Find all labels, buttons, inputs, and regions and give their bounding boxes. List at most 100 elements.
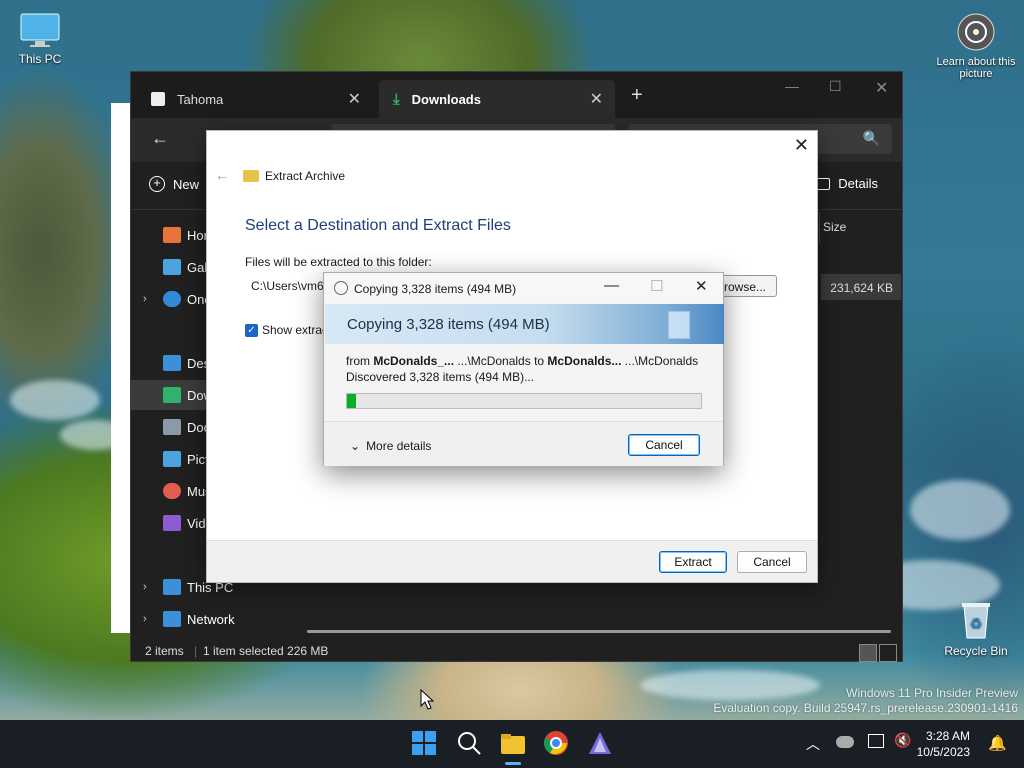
tab-label: Downloads (411, 91, 481, 107)
chevron-right-icon[interactable]: › (143, 613, 147, 625)
desktop-icon-label: This PC (18, 52, 62, 66)
new-tab-button[interactable]: + (631, 84, 643, 107)
watermark-line: Windows 11 Pro Insider Preview (846, 686, 1018, 700)
destination-path: ...\McDonalds (621, 354, 699, 368)
chrome-icon[interactable] (543, 730, 571, 758)
taskbar: ︿ 🔇 3:28 AM 10/5/2023 🔔 (0, 720, 1024, 768)
dialog-title: Extract Archive (243, 169, 345, 183)
desktop-icon-recycle-bin[interactable]: ♻ Recycle Bin (934, 598, 1018, 658)
minimize-button[interactable]: — (785, 78, 799, 94)
notification-bell-icon[interactable]: 🔔 (988, 734, 1007, 752)
file-explorer-icon[interactable] (499, 730, 527, 765)
discovered-status: Discovered 3,328 items (494 MB)... (346, 370, 535, 384)
copy-banner: Copying 3,328 items (494 MB) (325, 304, 724, 344)
horizontal-scrollbar[interactable] (307, 630, 891, 633)
download-icon: ⤓ (393, 90, 400, 108)
source-path: ...\McDonalds (454, 354, 531, 368)
selection-info: 1 item selected 226 MB (203, 644, 329, 658)
details-view-button[interactable] (859, 644, 877, 662)
svg-text:♻: ♻ (970, 615, 983, 631)
chevron-right-icon[interactable]: › (143, 581, 147, 593)
details-button-label: Details (838, 176, 878, 191)
column-header-size[interactable]: Size (823, 220, 846, 234)
network-icon (163, 611, 181, 627)
extract-button[interactable]: Extract (659, 551, 727, 573)
wave-foam (910, 480, 1010, 540)
tiles-view-button[interactable] (879, 644, 897, 662)
clock-date: 10/5/2023 (916, 745, 970, 759)
file-tile-icon (668, 311, 690, 339)
background-document-window[interactable] (111, 103, 131, 633)
details-button[interactable]: Details (816, 176, 878, 191)
search-icon: 🔍 (862, 130, 880, 146)
gallery-icon (163, 259, 181, 275)
active-indicator (505, 762, 521, 765)
windows-start-icon[interactable] (411, 730, 439, 758)
volume-muted-icon[interactable]: 🔇 (894, 732, 911, 749)
mouse-cursor-icon (420, 689, 434, 710)
windows-watermark: Windows 11 Pro Insider Preview Evaluatio… (713, 686, 1018, 716)
column-divider[interactable] (819, 212, 820, 244)
pictures-icon (163, 451, 181, 467)
details-pane-icon (816, 177, 831, 190)
status-divider: | (194, 644, 198, 658)
maximize-button: ☐ (650, 278, 664, 295)
desktop-icon-label: Learn about this picture (936, 56, 1016, 80)
dialog-title-text: Extract Archive (265, 169, 346, 183)
document-icon (163, 419, 181, 435)
tab-label: Tahoma (177, 91, 224, 107)
source-name[interactable]: McDonalds_... (373, 354, 454, 368)
system-clock[interactable]: 3:28 AM 10/5/2023 (917, 728, 970, 760)
desktop-icon-learn-about-picture[interactable]: Learn about this picture (934, 12, 1018, 80)
onedrive-icon[interactable] (836, 736, 854, 748)
minimize-button[interactable]: — (604, 277, 619, 294)
clock-time: 3:28 AM (925, 729, 970, 743)
tab-tahoma[interactable]: Tahoma ✕ (137, 80, 373, 118)
more-details-toggle[interactable]: ⌄ More details (350, 439, 431, 453)
back-arrow-icon[interactable]: ← (215, 167, 229, 183)
desktop-icon (163, 355, 181, 371)
copy-progress-bar (346, 393, 702, 409)
copy-source-destination: from McDonalds_... ...\McDonalds to McDo… (346, 354, 698, 368)
cancel-copy-button[interactable]: Cancel (628, 434, 700, 456)
search-icon[interactable] (456, 730, 484, 758)
folder-label: Files will be extracted to this folder: (245, 255, 432, 269)
plus-circle-icon: + (149, 176, 165, 192)
tab-downloads[interactable]: ⤓ Downloads ✕ (379, 80, 615, 118)
monitor-icon (19, 12, 61, 48)
zip-folder-icon (243, 170, 259, 182)
app-icon[interactable] (587, 730, 615, 758)
home-icon (163, 227, 181, 243)
network-icon[interactable] (868, 734, 884, 748)
dialog-footer: Extract Cancel (207, 540, 817, 582)
close-icon[interactable]: ✕ (695, 277, 708, 295)
download-icon (163, 387, 181, 403)
close-window-button[interactable]: ✕ (875, 78, 888, 98)
wave-foam (10, 380, 100, 420)
item-count: 2 items (145, 644, 184, 658)
desktop-icon-label: Recycle Bin (944, 644, 1008, 658)
desktop-icon-this-pc[interactable]: This PC (0, 12, 80, 66)
new-button-label: New (173, 176, 200, 192)
nav-item-network[interactable]: › Network (131, 604, 289, 634)
music-icon (163, 483, 181, 499)
destination-name[interactable]: McDonalds... (547, 354, 621, 368)
chevron-right-icon[interactable]: › (143, 293, 147, 305)
copy-progress-dialog[interactable]: Copying 3,328 items (494 MB) — ☐ ✕ Copyi… (323, 272, 724, 466)
from-label: from (346, 354, 374, 368)
to-label: to (530, 354, 548, 368)
chevron-up-icon[interactable]: ︿ (806, 734, 820, 754)
status-bar: 2 items | 1 item selected 226 MB (131, 638, 902, 662)
tab-bar: Tahoma ✕ ⤓ Downloads ✕ + — ☐ ✕ (131, 72, 902, 118)
maximize-button[interactable]: ☐ (829, 78, 842, 95)
file-row-size[interactable]: 231,624 KB (821, 274, 901, 300)
recycle-bin-icon: ♻ (958, 598, 994, 640)
close-icon[interactable]: ✕ (794, 135, 809, 156)
new-button[interactable]: + New (149, 176, 199, 192)
dialog-heading: Select a Destination and Extract Files (245, 217, 511, 234)
back-arrow-icon[interactable]: ← (151, 128, 169, 149)
copy-title-bar: Copying 3,328 items (494 MB) — ☐ ✕ (324, 273, 723, 303)
close-tab-icon[interactable]: ✕ (590, 89, 603, 109)
cancel-button[interactable]: Cancel (737, 551, 807, 573)
close-tab-icon[interactable]: ✕ (348, 89, 361, 109)
